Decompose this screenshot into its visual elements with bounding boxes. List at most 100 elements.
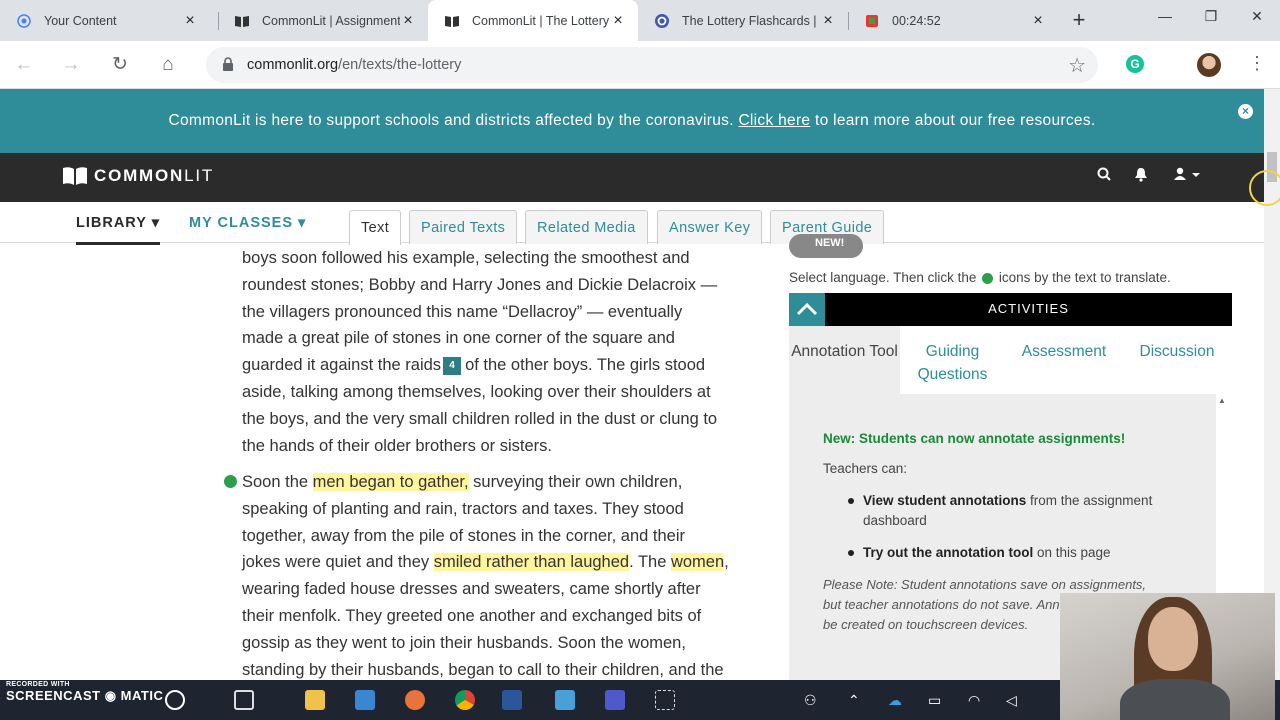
text-line: made a great pile of stones in one corne…: [242, 329, 675, 348]
cortana-icon[interactable]: [165, 690, 185, 710]
tab-text[interactable]: Text: [349, 210, 402, 245]
wifi-icon[interactable]: ◠: [968, 692, 980, 709]
back-button[interactable]: ←: [10, 51, 38, 79]
close-tab-icon[interactable]: ×: [182, 12, 198, 29]
chrome-icon[interactable]: [455, 690, 475, 710]
forward-button[interactable]: →: [57, 51, 85, 79]
tab-paired-texts[interactable]: Paired Texts: [409, 210, 518, 244]
coronavirus-banner: CommonLit is here to support schools and…: [0, 89, 1264, 153]
tab-assessment[interactable]: Assessment: [1009, 326, 1119, 394]
tab-related-media[interactable]: Related Media: [525, 210, 648, 244]
banner-text-end: to learn more about our free resources.: [814, 112, 1096, 129]
paragraph[interactable]: boys soon followed his example, selectin…: [242, 245, 762, 459]
tab-title: CommonLit | The Lottery: [472, 13, 610, 28]
close-tab-icon[interactable]: ×: [610, 12, 626, 29]
library-menu[interactable]: LIBRARY ▾: [76, 215, 160, 245]
browser-tabstrip: Your Content × CommonLit | Assignment × …: [0, 0, 1280, 41]
highlight[interactable]: women: [670, 553, 725, 572]
tab-discussion[interactable]: Discussion: [1129, 326, 1225, 394]
battery-icon[interactable]: ▭: [928, 692, 941, 709]
highlight[interactable]: smiled rather than laughed: [433, 553, 630, 572]
globe-icon: [982, 272, 994, 284]
text-line: the hands of their older brothers or sis…: [242, 436, 552, 455]
tab-annotation-tool[interactable]: Annotation Tool: [789, 326, 900, 394]
browser-toolbar: ← → ↻ ⌂ commonlit.org/en/texts/the-lotte…: [0, 41, 1280, 89]
banner-link[interactable]: Click here: [738, 112, 810, 129]
tab-title: 00:24:52: [892, 13, 941, 28]
show-hidden-icons-icon[interactable]: ⌃: [848, 692, 860, 709]
address-bar[interactable]: commonlit.org/en/texts/the-lottery ☆: [206, 47, 1098, 83]
close-tab-icon[interactable]: ×: [820, 12, 836, 29]
text-line: Soon the men began to gather, surveying …: [242, 473, 683, 491]
bookmark-star-icon[interactable]: ☆: [1068, 53, 1086, 78]
text-line: speaking of planting and rain, tractors …: [242, 499, 684, 518]
word-icon[interactable]: [502, 690, 522, 710]
banner-close-icon[interactable]: ×: [1238, 104, 1253, 119]
store-icon[interactable]: [355, 690, 375, 710]
browser-menu-icon[interactable]: ⋮: [1248, 53, 1266, 74]
language-instructions: Select language. Then click the icons by…: [789, 270, 1171, 285]
new-feature-text: New: Students can now annotate assignmen…: [823, 431, 1126, 446]
my-classes-menu[interactable]: MY CLASSES ▾: [189, 215, 306, 231]
text-line: guarded it against the raids 4 of the othe…: [242, 356, 706, 375]
cursor-highlight: [1249, 170, 1280, 206]
teachers-can-label: Teachers can:: [823, 461, 908, 476]
footnote-marker[interactable]: 4: [443, 356, 462, 375]
text-line: roundest stones; Bobby and Harry Jones a…: [242, 275, 718, 294]
paragraph[interactable]: Soon the men began to gather, surveying …: [242, 469, 762, 683]
app-icon[interactable]: [405, 690, 425, 710]
close-window-button[interactable]: ✕: [1234, 6, 1280, 32]
site-header: COMMON LIT: [0, 153, 1264, 202]
people-icon[interactable]: ⚇: [804, 692, 817, 709]
activities-header: ACTIVITIES: [789, 293, 1232, 326]
new-tab-button[interactable]: +: [1066, 8, 1092, 34]
translate-globe-icon[interactable]: [224, 475, 237, 488]
file-explorer-icon[interactable]: [305, 690, 325, 710]
caret-down-icon: ▾: [151, 215, 160, 231]
minimize-button[interactable]: —: [1142, 6, 1188, 32]
profile-avatar[interactable]: [1197, 53, 1221, 77]
home-button[interactable]: ⌂: [154, 51, 182, 79]
browser-tab[interactable]: CommonLit | Assignment ×: [218, 0, 428, 41]
task-view-icon[interactable]: [234, 690, 254, 710]
book-logo-icon: [63, 167, 87, 185]
text-line: jokes were quiet and they smiled rather …: [242, 553, 729, 572]
volume-icon[interactable]: ◁: [1006, 692, 1017, 709]
scroll-up-arrow-icon[interactable]: ▲: [1218, 396, 1226, 405]
book-icon: [444, 13, 460, 29]
text-line: their menfolk. They greeted one another …: [242, 606, 702, 625]
browser-tab[interactable]: Your Content ×: [0, 0, 210, 41]
lock-icon: [223, 57, 233, 71]
timer-icon: [864, 13, 880, 29]
text-line: aside, talking among themselves, looking…: [242, 382, 711, 401]
commonlit-logo[interactable]: COMMON LIT: [62, 166, 214, 186]
browser-tab[interactable]: The Lottery Flashcards | Q ×: [638, 0, 848, 41]
screencast-watermark: RECORDED WITH SCREENCAST ◉ MATIC: [6, 681, 164, 703]
quizlet-icon: [654, 13, 670, 29]
book-icon: [234, 13, 250, 29]
close-tab-icon[interactable]: ×: [400, 12, 416, 29]
snip-icon[interactable]: [655, 690, 675, 710]
collapse-chevron-icon[interactable]: [789, 293, 825, 326]
browser-tab[interactable]: 00:24:52 ×: [848, 0, 1058, 41]
tab-answer-key[interactable]: Answer Key: [657, 210, 763, 244]
tab-title: The Lottery Flashcards | Q: [682, 13, 820, 28]
activity-tabs: Annotation Tool Guiding Questions Assess…: [789, 326, 1232, 394]
restore-button[interactable]: ❐: [1188, 6, 1234, 32]
search-icon[interactable]: [1097, 167, 1111, 185]
tab-guiding-questions[interactable]: Guiding Questions: [900, 326, 1005, 394]
onedrive-icon[interactable]: ☁: [888, 692, 902, 709]
reload-button[interactable]: ↻: [106, 51, 134, 79]
activities-title: ACTIVITIES: [988, 301, 1069, 316]
grammarly-icon[interactable]: G: [1126, 55, 1144, 73]
sub-navigation: LIBRARY ▾ MY CLASSES ▾ Text Paired Texts…: [0, 202, 1264, 245]
notifications-bell-icon[interactable]: [1134, 167, 1148, 186]
bullet-item: Try out the annotation tool on this page: [848, 543, 1163, 563]
user-menu-icon[interactable]: [1174, 167, 1202, 185]
close-tab-icon[interactable]: ×: [1030, 12, 1046, 29]
highlight[interactable]: men began to gather,: [312, 473, 469, 491]
tab-title: CommonLit | Assignment: [262, 13, 400, 28]
browser-tab-active[interactable]: CommonLit | The Lottery ×: [428, 0, 638, 41]
app-icon[interactable]: [555, 690, 575, 710]
teams-icon[interactable]: [605, 690, 625, 710]
